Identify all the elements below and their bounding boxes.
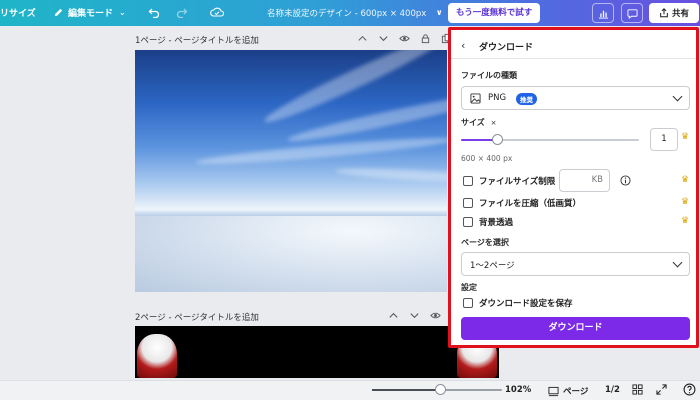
page1-tools — [357, 33, 452, 44]
crown-icon: ♛ — [681, 216, 690, 226]
crown-icon: ♛ — [681, 132, 690, 142]
panel-title: ダウンロード — [479, 43, 534, 53]
zoom-slider-fill — [372, 389, 440, 391]
top-toolbar: リサイズ 編集モード ⌄ 名称未設定のデザイン - 600px × 400px … — [0, 0, 700, 26]
size-label: サイズ × — [461, 117, 496, 128]
help-icon[interactable] — [683, 383, 696, 396]
page-count: 1/2 — [605, 385, 620, 395]
crown-icon: ♛ — [681, 175, 690, 185]
page-select[interactable]: 1〜2ページ — [461, 252, 690, 276]
download-button[interactable]: ダウンロード — [461, 317, 690, 340]
file-size-limit-checkbox[interactable] — [463, 176, 473, 186]
file-type-value: PNG — [488, 93, 507, 103]
chevron-down-icon[interactable]: ∨ — [436, 8, 443, 17]
page2-canvas[interactable] — [135, 326, 499, 378]
chevron-down-icon — [672, 257, 683, 268]
chevron-down-icon[interactable] — [378, 33, 389, 44]
size-label-text: サイズ — [461, 118, 485, 127]
edit-mode-label: 編集モード — [68, 9, 114, 19]
transparent-background-label: 背景透過 — [479, 218, 514, 228]
recommended-badge: 推奨 — [516, 93, 537, 105]
file-size-limit-label: ファイルサイズ制限 — [479, 177, 556, 187]
zoom-level[interactable]: 102% — [505, 385, 531, 395]
file-type-label: ファイルの種類 — [461, 71, 517, 80]
pages-button[interactable]: ページ — [548, 385, 588, 397]
bottom-bar — [0, 380, 700, 400]
image-icon — [470, 93, 481, 104]
page1-title[interactable]: 1ページ - ページタイトルを追加 — [135, 34, 259, 46]
pages-label: ページ — [563, 387, 589, 397]
free-trial-button[interactable]: もう一度無料で試す — [448, 3, 541, 23]
share-label: 共有 — [671, 9, 689, 19]
compress-checkbox[interactable] — [463, 198, 473, 208]
fullscreen-icon[interactable] — [656, 384, 667, 395]
page-select-value: 1〜2ページ — [470, 261, 515, 271]
settings-label: 設定 — [461, 283, 477, 292]
save-settings-checkbox[interactable] — [463, 298, 473, 308]
document-title[interactable]: 名称未設定のデザイン - 600px × 400px — [267, 7, 426, 19]
page-select-label: ページを選択 — [461, 238, 509, 247]
size-slider-handle[interactable] — [491, 134, 503, 145]
back-chevron-icon[interactable]: ‹ — [461, 39, 465, 52]
chevron-up-icon[interactable] — [357, 33, 368, 44]
size-input[interactable]: 1 — [650, 128, 678, 151]
info-icon[interactable] — [620, 175, 631, 186]
compress-label: ファイルを圧縮（低画質） — [479, 199, 582, 209]
insights-button[interactable] — [592, 3, 614, 23]
file-type-select[interactable]: PNG 推奨 — [461, 86, 690, 110]
cloud-save-icon[interactable] — [210, 6, 224, 19]
sky-cloud-streak — [334, 165, 447, 185]
edit-mode-button[interactable]: 編集モード ⌄ — [53, 6, 126, 19]
bar-chart-icon — [598, 10, 608, 19]
page2-title[interactable]: 2ページ - ページタイトルを追加 — [135, 311, 259, 323]
file-size-limit-input[interactable]: KB — [559, 169, 610, 192]
eye-icon[interactable] — [430, 310, 441, 321]
kb-unit: KB — [591, 175, 603, 185]
crown-icon: ♛ — [681, 197, 690, 207]
eye-icon[interactable] — [399, 33, 410, 44]
dimensions-text: 600 × 400 px — [461, 154, 513, 163]
snow-field — [135, 216, 447, 292]
lock-icon[interactable] — [420, 33, 431, 44]
chevron-up-icon[interactable] — [388, 310, 399, 321]
share-upload-icon — [660, 8, 668, 18]
save-settings-label: ダウンロード設定を保存 — [479, 299, 573, 309]
pencil-icon — [54, 8, 63, 17]
share-button[interactable]: 共有 — [649, 3, 699, 23]
resize-button[interactable]: リサイズ — [0, 6, 36, 19]
divider — [451, 58, 696, 59]
flower-image — [137, 334, 177, 378]
grid-view-icon[interactable] — [632, 384, 643, 395]
redo-icon[interactable] — [176, 6, 188, 18]
pages-icon — [548, 386, 559, 396]
comment-button[interactable] — [621, 3, 643, 23]
resize-label: リサイズ — [0, 9, 36, 19]
sky-cloud-streak — [194, 133, 447, 169]
undo-icon[interactable] — [148, 6, 160, 18]
chevron-down-icon: ⌄ — [119, 8, 126, 17]
chevron-down-icon[interactable] — [409, 310, 420, 321]
zoom-slider-handle[interactable] — [434, 384, 446, 395]
download-panel: ‹ ダウンロード ファイルの種類 PNG 推奨 サイズ × 1 ♛ 600 × … — [448, 27, 699, 348]
transparent-background-checkbox[interactable] — [463, 217, 473, 227]
comment-icon — [626, 8, 638, 19]
chevron-down-icon — [672, 91, 683, 102]
size-multiplier-symbol: × — [490, 119, 497, 127]
page1-canvas[interactable] — [135, 50, 447, 292]
